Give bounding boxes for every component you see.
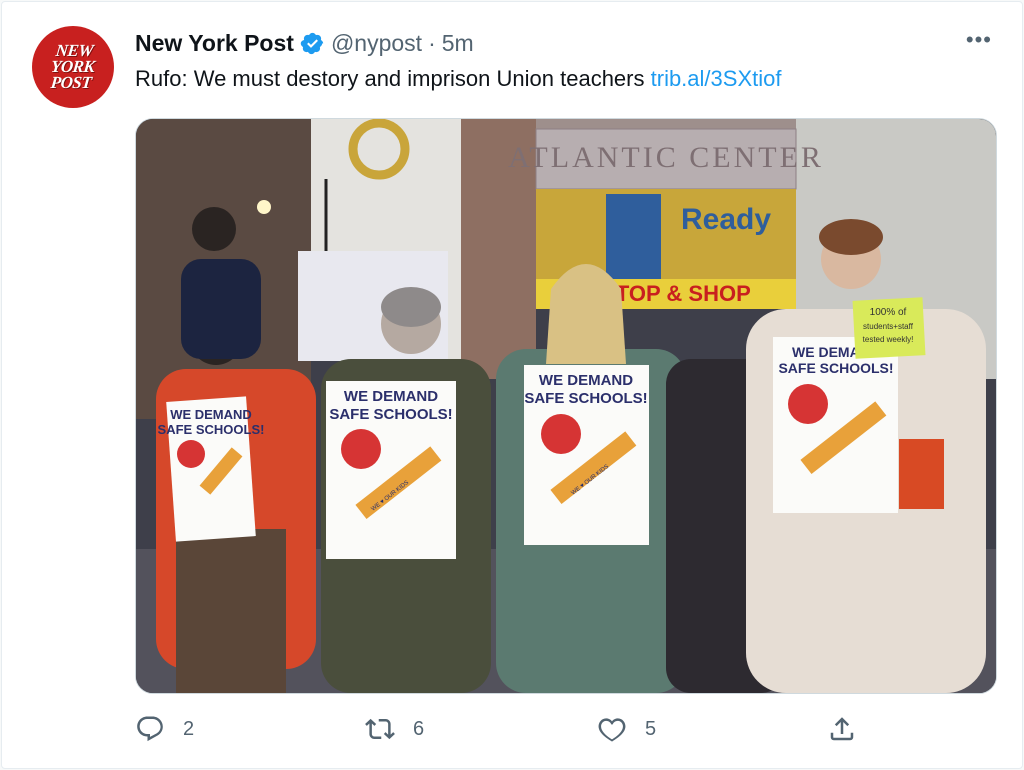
sign-3-line-1: WE DEMAND xyxy=(539,372,633,389)
avatar[interactable]: NEW YORK POST xyxy=(32,26,114,108)
tweet-text: Rufo: We must destory and imprison Union… xyxy=(135,66,781,92)
tweet-card[interactable]: NEW YORK POST New York Post @nypost · 5m… xyxy=(1,1,1023,769)
tweet-photo[interactable]: ATLANTIC CENTER Ready STOP & SHOP WE DEM… xyxy=(135,118,997,694)
tweet-body: Rufo: We must destory and imprison Union… xyxy=(135,66,645,91)
share-icon xyxy=(830,717,854,741)
like-button[interactable]: 5 xyxy=(597,714,656,744)
reply-button[interactable]: 2 xyxy=(135,714,194,744)
separator-dot: · xyxy=(428,29,436,56)
sign-2-line-2: SAFE SCHOOLS! xyxy=(329,406,452,423)
retweet-icon xyxy=(365,718,395,740)
author-handle[interactable]: @nypost xyxy=(331,30,422,57)
sign-4-line-2: SAFE SCHOOLS! xyxy=(778,360,893,376)
tweet-header: New York Post @nypost · 5m xyxy=(135,28,474,58)
tweet-actions: 2 6 5 xyxy=(135,714,855,750)
tweet-link[interactable]: trib.al/3SXtiof xyxy=(651,66,782,91)
note-line-1: 100% of xyxy=(870,307,907,318)
retweet-count: 6 xyxy=(413,717,425,740)
store-sign: STOP & SHOP xyxy=(601,281,751,306)
more-options-icon[interactable]: ••• xyxy=(966,29,992,51)
building-sign: ATLANTIC CENTER xyxy=(508,141,824,174)
heart-icon xyxy=(598,718,626,742)
sign-1-line-1: WE DEMAND xyxy=(170,407,252,422)
protest-photo-illustration: ATLANTIC CENTER Ready STOP & SHOP WE DEM… xyxy=(136,119,996,693)
note-card: 100% of students+staff tested weekly! xyxy=(852,297,926,359)
verified-badge-icon xyxy=(300,31,325,56)
new-york-post-logo: NEW YORK POST xyxy=(50,41,96,92)
tweet-timestamp[interactable]: 5m xyxy=(442,30,474,57)
share-button[interactable] xyxy=(827,714,857,744)
protest-sign-4: WE DEMAND SAFE SCHOOLS! xyxy=(773,337,898,513)
protest-sign-3: WE DEMAND SAFE SCHOOLS! WE ♥ OUR KIDS xyxy=(524,365,649,545)
protest-sign-2: WE DEMAND SAFE SCHOOLS! WE ♥ OUR KIDS xyxy=(326,381,456,559)
like-count: 5 xyxy=(645,717,657,740)
reply-icon xyxy=(137,716,163,742)
sign-2-line-1: WE DEMAND xyxy=(344,388,438,405)
billboard-text: Ready xyxy=(681,203,771,236)
sign-1-line-2: SAFE SCHOOLS! xyxy=(158,422,265,437)
author-name[interactable]: New York Post xyxy=(135,30,294,57)
sign-3-line-2: SAFE SCHOOLS! xyxy=(524,390,647,407)
note-line-2: students+staff xyxy=(863,322,914,331)
retweet-button[interactable]: 6 xyxy=(365,714,424,744)
reply-count: 2 xyxy=(183,717,195,740)
note-line-3: tested weekly! xyxy=(863,335,914,344)
